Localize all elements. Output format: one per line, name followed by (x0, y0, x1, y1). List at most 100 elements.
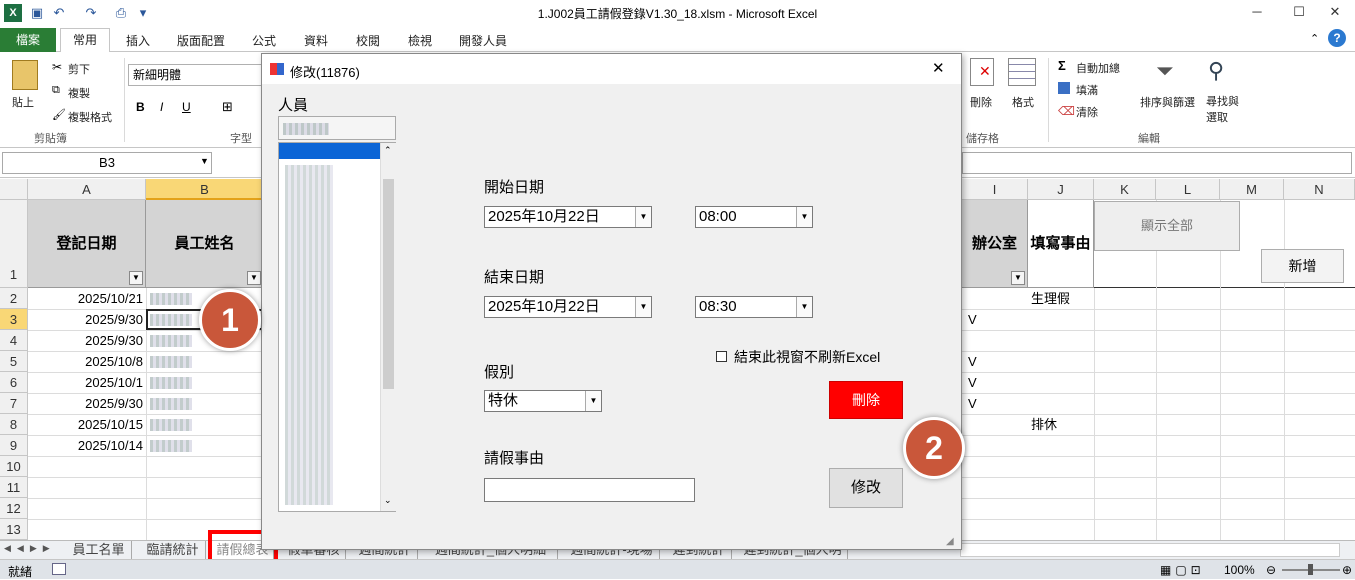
row-header[interactable]: 7 (0, 393, 28, 414)
dropdown-arrow-icon[interactable]: ▼ (585, 391, 601, 411)
row-header[interactable]: 6 (0, 372, 28, 393)
row-header[interactable]: 3 (0, 309, 28, 330)
dropdown-arrow-icon[interactable]: ▼ (635, 207, 651, 227)
row-header[interactable]: 11 (0, 477, 28, 498)
tab-developer[interactable]: 開發人員 (450, 30, 516, 52)
cell-office[interactable]: V (968, 351, 977, 372)
tab-page-layout[interactable]: 版面配置 (168, 30, 234, 52)
copy-button[interactable]: 複製 (68, 85, 90, 101)
leave-type-select[interactable]: 特休 ▼ (484, 390, 602, 412)
format-cells-icon[interactable] (1008, 58, 1036, 86)
border-icon[interactable]: ⊞ (222, 99, 233, 115)
listbox-scrollbar[interactable]: ⌃ ⌄ (380, 143, 396, 511)
delete-cells-button[interactable]: 刪除 (970, 94, 992, 110)
column-header-j[interactable]: J (1028, 179, 1094, 200)
row-header[interactable]: 9 (0, 435, 28, 456)
row-header[interactable]: 8 (0, 414, 28, 435)
formula-input[interactable] (962, 152, 1352, 174)
sheet-nav-icons[interactable]: ◀◀▶▶ (4, 543, 56, 554)
select-all-corner[interactable] (0, 179, 28, 200)
view-mode-icons[interactable]: ▦▢⊡ (1160, 563, 1205, 577)
paste-button[interactable]: 貼上 (12, 94, 34, 110)
format-cells-button[interactable]: 格式 (1012, 94, 1034, 110)
autosum-button[interactable]: 自動加總 (1076, 60, 1120, 76)
tab-file[interactable]: 檔案 (0, 28, 56, 52)
tab-data[interactable]: 資料 (294, 30, 338, 52)
dropdown-arrow-icon[interactable]: ▼ (635, 297, 651, 317)
blurred-name[interactable] (150, 293, 192, 305)
show-all-button[interactable]: 顯示全部 (1094, 201, 1240, 251)
sheet-tab[interactable]: 員工名單 (66, 541, 132, 559)
row-header[interactable]: 5 (0, 351, 28, 372)
column-header-b[interactable]: B (146, 179, 264, 200)
close-window-button[interactable]: ✕ (1318, 2, 1352, 22)
scroll-thumb[interactable] (383, 179, 394, 389)
dropdown-arrow-icon[interactable]: ▼ (796, 297, 812, 317)
find-select-button[interactable]: 尋找與選取 (1206, 94, 1242, 126)
modify-button[interactable]: 修改 (829, 468, 903, 508)
resize-grip-icon[interactable]: ◢ (946, 536, 954, 547)
column-header-i[interactable]: I (962, 179, 1028, 200)
start-time-select[interactable]: 08:00 ▼ (695, 206, 813, 228)
name-box-dropdown-icon[interactable]: ▼ (200, 156, 209, 166)
blurred-name[interactable] (150, 356, 192, 368)
tab-insert[interactable]: 插入 (116, 30, 160, 52)
end-date-picker[interactable]: 2025年10月22日 ▼ (484, 296, 652, 318)
tab-view[interactable]: 檢視 (398, 30, 442, 52)
column-header-m[interactable]: M (1220, 179, 1284, 200)
blurred-name-list[interactable] (285, 165, 333, 505)
delete-button[interactable]: 刪除 (829, 381, 903, 419)
column-header-a[interactable]: A (28, 179, 146, 200)
cell-date[interactable]: 2025/10/14 (28, 435, 143, 456)
no-refresh-checkbox[interactable] (716, 351, 727, 362)
cell-office[interactable]: V (968, 309, 977, 330)
maximize-button[interactable]: ☐ (1282, 2, 1316, 22)
zoom-out-icon[interactable]: ⊖ (1266, 563, 1276, 577)
person-listbox[interactable]: ⌃ ⌄ (278, 142, 396, 512)
filter-dropdown-icon[interactable]: ▼ (129, 271, 143, 285)
collapse-ribbon-icon[interactable]: ⌃ (1310, 32, 1319, 45)
italic-button[interactable]: I (160, 100, 163, 114)
cell-date[interactable]: 2025/9/30 (28, 393, 143, 414)
column-header-k[interactable]: K (1094, 179, 1156, 200)
help-icon[interactable]: ? (1328, 29, 1346, 47)
cut-button[interactable]: 剪下 (68, 61, 90, 77)
cell-date[interactable]: 2025/9/30 (28, 330, 143, 351)
blurred-name[interactable] (150, 440, 192, 452)
row-header[interactable]: 10 (0, 456, 28, 477)
scroll-up-icon[interactable]: ⌃ (384, 145, 392, 156)
zoom-level[interactable]: 100% (1224, 563, 1255, 577)
clear-button[interactable]: 清除 (1076, 104, 1098, 120)
horizontal-scrollbar[interactable] (960, 543, 1340, 557)
font-name-combo[interactable]: 新細明體 (128, 64, 263, 86)
fill-button[interactable]: 填滿 (1076, 82, 1098, 98)
zoom-slider-thumb[interactable] (1308, 564, 1313, 575)
blurred-name[interactable] (150, 335, 192, 347)
end-time-select[interactable]: 08:30 ▼ (695, 296, 813, 318)
format-painter-button[interactable]: 複製格式 (68, 109, 112, 125)
selected-list-item[interactable] (279, 143, 380, 159)
cell-reason[interactable]: 生理假 (1031, 288, 1070, 309)
minimize-button[interactable]: ─ (1240, 2, 1274, 22)
macro-record-icon[interactable] (52, 563, 66, 575)
sort-filter-button[interactable]: 排序與篩選 (1140, 94, 1195, 110)
delete-cells-icon[interactable]: ✕ (970, 58, 994, 86)
person-search-input[interactable] (278, 116, 396, 140)
column-header-l[interactable]: L (1156, 179, 1220, 200)
filter-dropdown-icon[interactable]: ▼ (247, 271, 261, 285)
cell-office[interactable]: V (968, 372, 977, 393)
row-header[interactable]: 1 (0, 200, 28, 288)
underline-button[interactable]: U (182, 100, 191, 114)
dialog-close-button[interactable]: ✕ (932, 59, 945, 77)
blurred-name[interactable] (150, 398, 192, 410)
cell-date[interactable]: 2025/10/1 (28, 372, 143, 393)
filter-dropdown-icon[interactable]: ▼ (1011, 271, 1025, 285)
cell-office[interactable]: V (968, 393, 977, 414)
cell-date[interactable]: 2025/9/30 (28, 309, 143, 330)
zoom-in-icon[interactable]: ⊕ (1342, 563, 1352, 577)
cell-date[interactable]: 2025/10/15 (28, 414, 143, 435)
tab-home[interactable]: 常用 (60, 28, 110, 53)
row-header[interactable]: 4 (0, 330, 28, 351)
blurred-name[interactable] (150, 377, 192, 389)
row-header[interactable]: 13 (0, 519, 28, 540)
